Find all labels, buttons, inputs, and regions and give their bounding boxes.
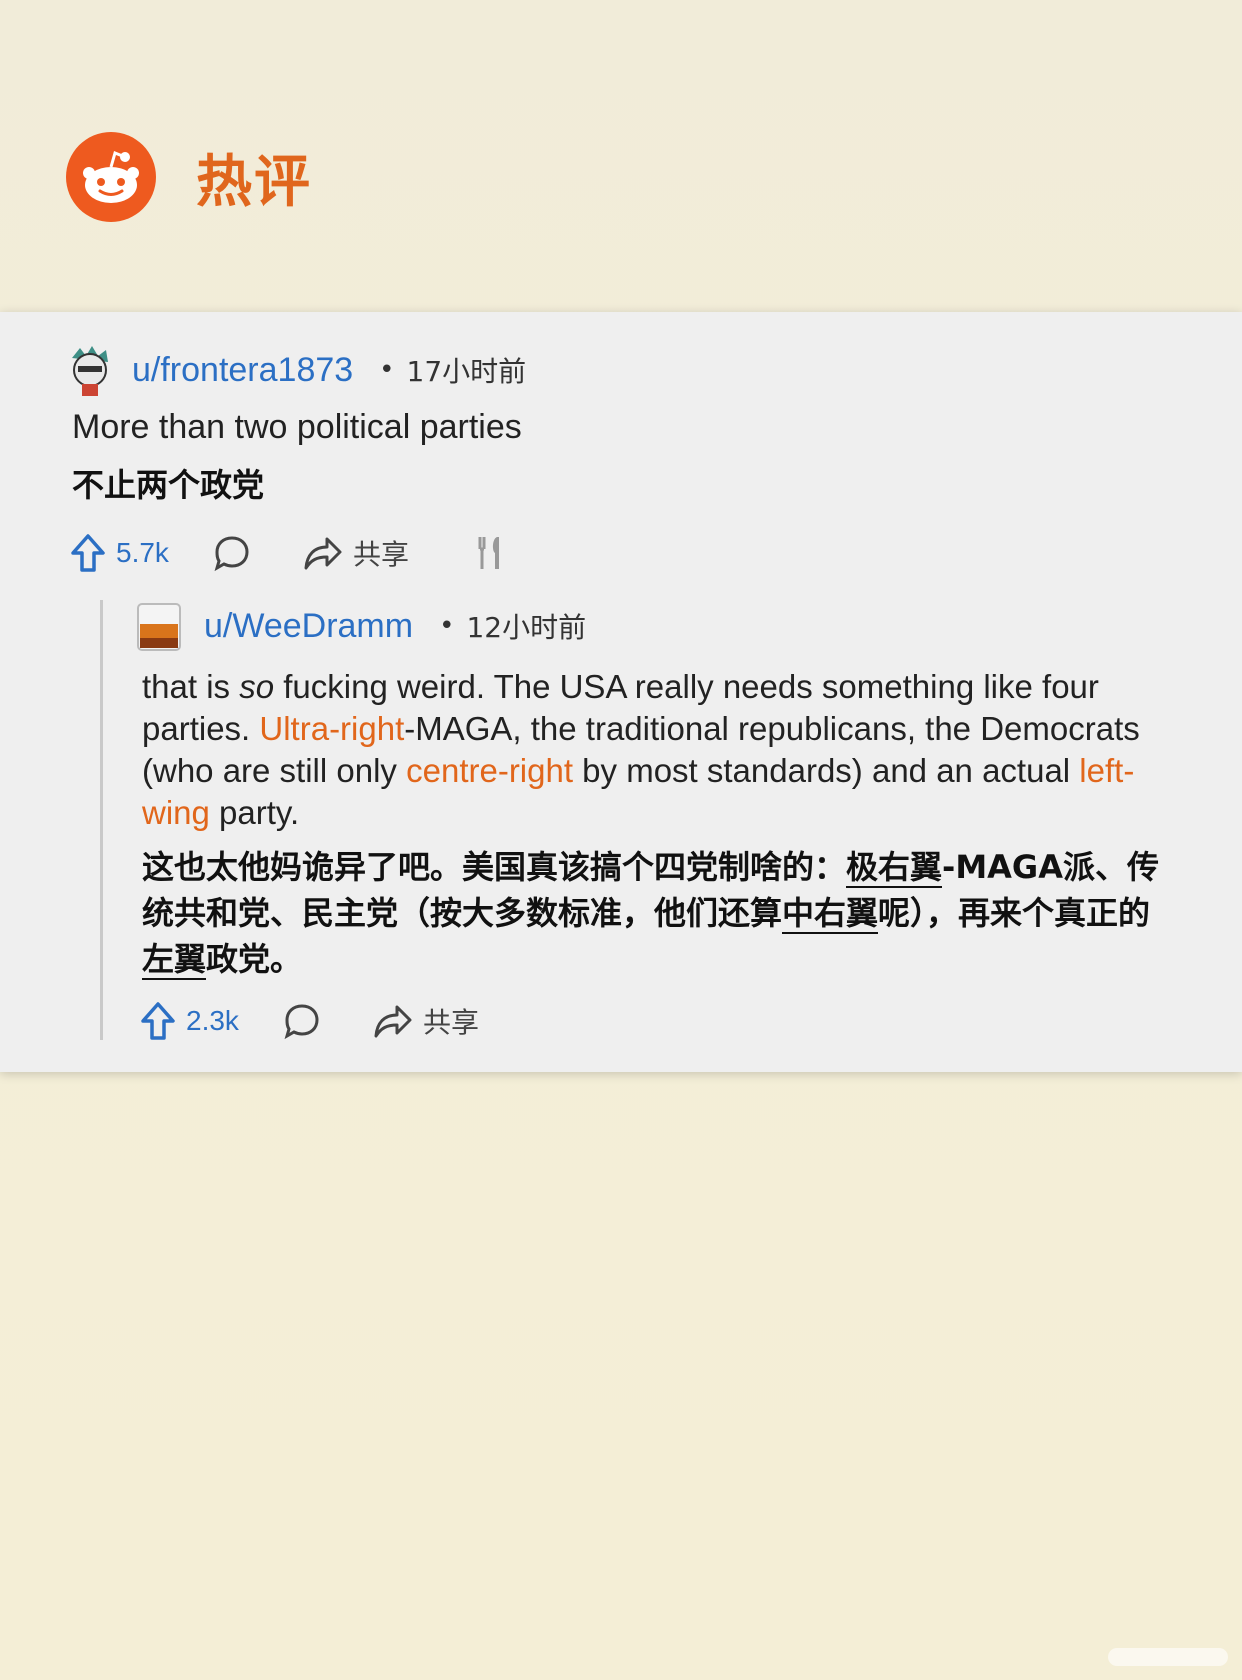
page-title: 热评: [196, 149, 312, 215]
underlined-term: 中右翼: [782, 894, 879, 934]
share-icon: [374, 1005, 412, 1038]
comment2-header: u/WeeDramm • 12小时前: [134, 598, 586, 654]
reply-button[interactable]: [283, 1002, 321, 1040]
comment-icon: [284, 1004, 319, 1040]
share-button[interactable]: 共享: [373, 1001, 479, 1041]
vote-count: 2.3k: [186, 1005, 239, 1036]
share-label: 共享: [352, 538, 409, 571]
share-icon: [304, 537, 342, 570]
upvote-icon: [71, 534, 105, 572]
comment1-text-zh: 不止两个政党: [72, 466, 265, 504]
header: 热评: [66, 132, 312, 222]
separator-dot: •: [439, 611, 455, 641]
highlight-term: centre-right: [406, 752, 574, 789]
fork-knife-icon: [478, 537, 499, 569]
comment1-actions: 5.7k 共享: [70, 528, 505, 578]
comment-card: u/frontera1873 • 17小时前 More than two pol…: [0, 312, 1242, 1072]
comment1-header: u/frontera1873 • 17小时前: [62, 342, 526, 398]
avatar[interactable]: [134, 598, 190, 654]
avatar[interactable]: [62, 342, 118, 398]
separator-dot: •: [379, 355, 395, 385]
share-label: 共享: [422, 1006, 479, 1039]
comment2-text-zh: 这也太他妈诡异了吧。美国真该搞个四党制啥的：极右翼-MAGA派、传统共和党、民主…: [142, 848, 1159, 980]
award-button[interactable]: [475, 535, 505, 571]
thread-line[interactable]: [100, 600, 103, 1040]
highlight-term: Ultra-right: [259, 710, 405, 747]
comment-icon: [214, 536, 249, 572]
upvote-button[interactable]: [70, 533, 106, 573]
timestamp: 17小时前: [406, 355, 527, 388]
username[interactable]: u/frontera1873: [132, 351, 353, 390]
comment1-text-en: More than two political parties: [72, 408, 522, 446]
reddit-logo-icon: [66, 132, 156, 222]
timestamp: 12小时前: [466, 611, 587, 644]
share-button[interactable]: 共享: [303, 533, 409, 573]
upvote-button[interactable]: [140, 1001, 176, 1041]
reply-button[interactable]: [213, 534, 251, 572]
comment2-text-en: that is so fucking weird. The USA really…: [142, 668, 1140, 831]
vote-count: 5.7k: [116, 537, 169, 568]
username[interactable]: u/WeeDramm: [204, 607, 413, 646]
underlined-term: 极右翼: [846, 848, 943, 888]
watermark: [1108, 1648, 1228, 1666]
underlined-term: 左翼: [142, 940, 207, 980]
comment2-actions: 2.3k 共享: [140, 996, 479, 1046]
upvote-icon: [141, 1002, 175, 1040]
